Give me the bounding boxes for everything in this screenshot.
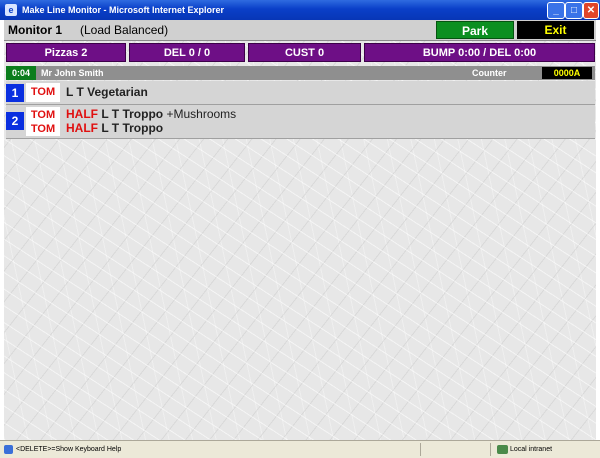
status-divider	[420, 443, 421, 456]
exit-button[interactable]: Exit	[517, 21, 594, 39]
minimize-button[interactable]: _	[547, 2, 565, 19]
window-titlebar[interactable]: e Make Line Monitor - Microsoft Internet…	[0, 0, 600, 20]
order-source-label: Counter	[472, 68, 507, 78]
item-name: L T Troppo	[101, 121, 164, 135]
ie-icon: e	[5, 4, 17, 16]
item-name: L T Vegetarian	[66, 85, 148, 99]
item-description-line: HALF L T Troppo +Mushrooms	[66, 107, 236, 121]
window-title: Make Line Monitor - Microsoft Internet E…	[22, 5, 225, 15]
item-modifier: +Mushrooms	[166, 107, 237, 121]
maximize-button[interactable]: □	[565, 2, 583, 19]
monitor-header: Monitor 1 (Load Balanced) Park Exit	[4, 20, 596, 41]
topping-cell: TOM	[26, 83, 60, 102]
customer-count: CUST 0	[248, 43, 361, 62]
item-number: 2	[6, 112, 24, 130]
status-bar: <DELETE>=Show Keyboard Help Local intran…	[0, 440, 600, 458]
item-description-line: HALF L T Troppo	[66, 121, 163, 135]
monitor-mode: (Load Balanced)	[80, 23, 169, 37]
monitor-client-area: Monitor 1 (Load Balanced) Park Exit Pizz…	[4, 20, 596, 440]
status-divider	[490, 443, 491, 456]
park-button[interactable]: Park	[436, 21, 514, 39]
security-zone-label: Local intranet	[510, 446, 553, 453]
order-item[interactable]: 2 TOM TOM HALF L T Troppo +Mushrooms HAL…	[6, 105, 595, 139]
half-marker: HALF	[66, 107, 98, 121]
order-timer: 0:04	[6, 66, 36, 80]
status-text: <DELETE>=Show Keyboard Help	[16, 446, 122, 453]
item-name: L T Troppo	[101, 107, 164, 121]
half-marker: HALF	[66, 121, 98, 135]
order-item[interactable]: 1 TOM L T Vegetarian	[6, 81, 595, 105]
delivery-count: DEL 0 / 0	[129, 43, 245, 62]
customer-name: Mr John Smith	[41, 68, 104, 78]
item-number: 1	[6, 84, 24, 102]
topping-code: TOM	[30, 109, 56, 121]
monitor-title: Monitor 1	[8, 23, 62, 37]
order-header[interactable]: 0:04 Mr John Smith Counter 0000A	[6, 66, 595, 80]
page-icon	[4, 445, 13, 454]
bump-delivery-times: BUMP 0:00 / DEL 0:00	[364, 43, 595, 62]
item-description: L T Vegetarian	[66, 85, 148, 99]
pizzas-count: Pizzas 2	[6, 43, 126, 62]
order-number: 0000A	[542, 67, 592, 79]
close-button[interactable]: ✕	[583, 2, 599, 19]
topping-cell: TOM TOM	[26, 107, 60, 136]
topping-code: TOM	[30, 86, 56, 98]
intranet-zone-icon	[497, 445, 508, 454]
topping-code: TOM	[30, 123, 56, 135]
